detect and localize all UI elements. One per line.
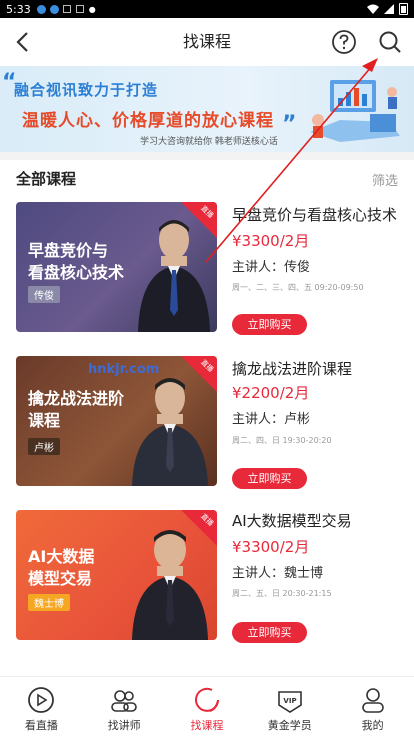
people-icon bbox=[111, 690, 137, 712]
course-card[interactable]: 直播 AI大数据 模型交易 魏士博 AI大数据模型交易 ¥3300/2月 主讲人… bbox=[0, 510, 414, 646]
course-price: ¥2200/2月 bbox=[232, 384, 310, 402]
course-title[interactable]: 早盘竞价与看盘核心技术 bbox=[232, 204, 397, 225]
battery-icon bbox=[399, 3, 408, 15]
filter-button[interactable]: 筛选 bbox=[372, 170, 398, 189]
notification-icon bbox=[36, 4, 46, 14]
course-lecturer: 主讲人：卢彬 bbox=[232, 412, 311, 427]
banner-line-1: 融合视讯致力于打造 bbox=[14, 81, 159, 99]
course-thumbnail[interactable]: hnkjr.com 直播 擒龙战法进阶 课程 卢彬 bbox=[16, 356, 217, 486]
nav-label: 看直播 bbox=[24, 719, 58, 732]
course-lecturer: 主讲人：魏士博 bbox=[232, 566, 324, 581]
thumbnail-title: 课程 bbox=[28, 411, 61, 430]
nav-item-mine[interactable]: 我的 bbox=[331, 677, 414, 736]
thumbnail-lecturer-tag: 魏士博 bbox=[28, 594, 70, 611]
course-price: ¥3300/2月 bbox=[232, 232, 310, 250]
course-card[interactable]: hnkjr.com 直播 擒龙战法进阶 课程 卢彬 擒龙战法进阶课程 ¥2200… bbox=[0, 356, 414, 492]
live-badge bbox=[181, 510, 217, 546]
nav-item-vip[interactable]: VIP 黄金学员 bbox=[248, 677, 331, 736]
notification-icon bbox=[49, 4, 59, 14]
nav-item-courses[interactable]: 找课程 bbox=[166, 677, 249, 736]
notification-icon bbox=[62, 5, 71, 13]
status-time: 5:33 bbox=[6, 2, 31, 16]
notification-icon bbox=[75, 5, 84, 13]
course-schedule: 周一、二、三、四、五 09:20-09:50 bbox=[232, 283, 364, 292]
quote-mark-icon: ” bbox=[282, 112, 297, 137]
section-title: 全部课程 bbox=[16, 170, 77, 188]
thumbnail-title: AI大数据 bbox=[28, 547, 95, 566]
section-divider bbox=[0, 152, 414, 160]
nav-label: 找课程 bbox=[190, 719, 224, 732]
thumbnail-title: 模型交易 bbox=[28, 569, 93, 588]
buy-now-button[interactable]: 立即购买 bbox=[232, 314, 307, 335]
signal-icon bbox=[384, 4, 394, 14]
course-thumbnail[interactable]: 直播 早盘竞价与 看盘核心技术 传俊 bbox=[16, 202, 217, 332]
bottom-nav: 看直播 找讲师 找课程 VIP 黄金学员 我的 bbox=[0, 676, 414, 736]
live-badge bbox=[181, 202, 217, 238]
course-card[interactable]: 直播 早盘竞价与 看盘核心技术 传俊 早盘竞价与看盘核心技术 ¥3300/2月 … bbox=[0, 202, 414, 338]
course-schedule: 周二、五、日 20:30-21:15 bbox=[232, 589, 332, 598]
course-price: ¥3300/2月 bbox=[232, 538, 310, 556]
svg-text:VIP: VIP bbox=[283, 697, 296, 705]
nav-label: 我的 bbox=[361, 719, 384, 732]
nav-item-lecturers[interactable]: 找讲师 bbox=[83, 677, 166, 736]
nav-item-live[interactable]: 看直播 bbox=[0, 677, 83, 736]
banner-line-2: 温暖人心、价格厚道的放心课程 bbox=[22, 111, 274, 131]
wifi-icon bbox=[367, 4, 379, 14]
thumbnail-title: 擒龙战法进阶 bbox=[28, 389, 125, 408]
nav-label: 找讲师 bbox=[107, 719, 141, 732]
thumbnail-title: 看盘核心技术 bbox=[28, 263, 125, 282]
thumbnail-lecturer-tag: 卢彬 bbox=[28, 438, 60, 455]
vip-icon: VIP bbox=[277, 691, 302, 713]
watermark-text: hnkjr.com bbox=[88, 362, 160, 377]
course-lecturer: 主讲人：传俊 bbox=[232, 260, 311, 275]
help-button[interactable] bbox=[331, 29, 357, 55]
live-badge bbox=[181, 356, 217, 392]
thumbnail-title: 早盘竞价与 bbox=[28, 241, 109, 260]
app-header: 找课程 bbox=[0, 18, 414, 66]
course-icon bbox=[195, 687, 219, 712]
banner-line-3: 学习大咨询就给你 韩老师送核心话 bbox=[140, 137, 278, 147]
buy-now-button[interactable]: 立即购买 bbox=[232, 468, 307, 489]
course-title[interactable]: 擒龙战法进阶课程 bbox=[232, 358, 352, 379]
course-schedule: 周二、四、日 19:30-20:20 bbox=[232, 436, 332, 445]
play-circle-icon bbox=[28, 687, 55, 713]
course-title[interactable]: AI大数据模型交易 bbox=[232, 510, 352, 531]
buy-now-button[interactable]: 立即购买 bbox=[232, 622, 307, 643]
dot-icon: ● bbox=[88, 4, 96, 14]
status-bar: 5:33 ● bbox=[0, 0, 414, 18]
search-button[interactable] bbox=[377, 29, 403, 55]
user-icon bbox=[361, 688, 384, 713]
banner-illustration bbox=[310, 80, 400, 142]
nav-label: 黄金学员 bbox=[267, 719, 312, 732]
promo-banner[interactable]: “ 融合视讯致力于打造 温暖人心、价格厚道的放心课程 ” 学习大咨询就给你 韩老… bbox=[0, 66, 414, 152]
thumbnail-lecturer-tag: 传俊 bbox=[28, 286, 60, 303]
course-thumbnail[interactable]: 直播 AI大数据 模型交易 魏士博 bbox=[16, 510, 217, 640]
